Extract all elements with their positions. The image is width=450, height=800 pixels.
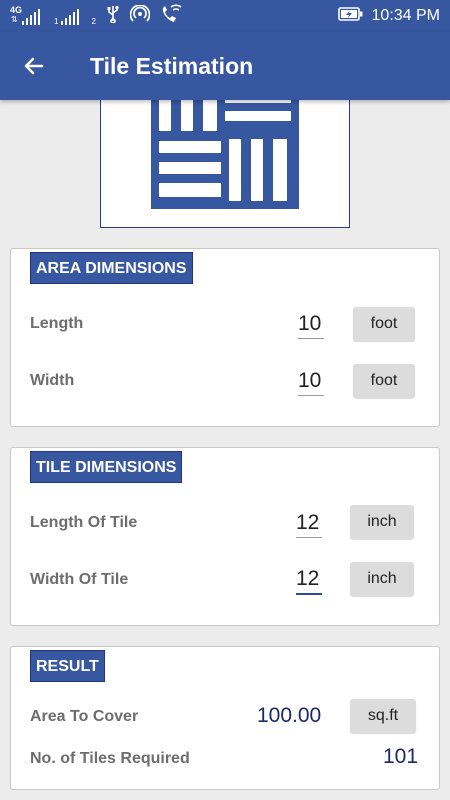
network-type-label: 4G — [10, 5, 23, 15]
tile-length-unit-button[interactable]: inch — [350, 505, 414, 539]
tiles-required-label: No. of Tiles Required — [30, 750, 190, 767]
length-unit-button[interactable]: foot — [353, 307, 415, 341]
width-input[interactable] — [298, 366, 324, 396]
back-button[interactable] — [14, 46, 54, 86]
page-title: Tile Estimation — [90, 53, 254, 79]
wifi-call-icon — [160, 4, 182, 29]
tile-length-input[interactable] — [296, 508, 322, 538]
tile-width-unit-button[interactable]: inch — [350, 562, 414, 596]
area-unit-button[interactable]: sq.ft — [350, 699, 416, 733]
result-heading: RESULT — [30, 650, 105, 682]
tiles-required-value: 101 — [383, 745, 419, 768]
battery-charging-icon — [337, 6, 364, 27]
sim1-signal: 4G ⇅ — [10, 5, 44, 27]
signal-icon — [22, 9, 40, 25]
result-card: RESULT Area To Cover 100.00 sq.ft No. of… — [10, 646, 440, 790]
status-bar: 4G ⇅ 1 2 10:34 PM — [0, 0, 450, 32]
length-label: Length — [30, 315, 84, 332]
tile-width-input[interactable] — [296, 565, 322, 595]
status-bar-left: 4G ⇅ 1 2 — [10, 3, 182, 29]
area-to-cover-value: 100.00 — [257, 704, 322, 727]
hotspot-icon — [129, 3, 151, 28]
sim2-index: 2 — [91, 17, 96, 26]
area-dimensions-heading: AREA DIMENSIONS — [30, 252, 193, 284]
signal-icon — [61, 9, 79, 25]
data-arrows-icon: ⇅ — [11, 15, 18, 24]
tile-pattern-image — [100, 88, 350, 228]
length-input[interactable] — [298, 309, 324, 339]
tile-width-label: Width Of Tile — [30, 571, 129, 588]
usb-icon — [106, 5, 120, 28]
clock: 10:34 PM — [371, 7, 440, 24]
arrow-left-icon — [24, 57, 44, 75]
area-dimensions-card: AREA DIMENSIONS Length foot Width foot — [10, 248, 440, 427]
tile-dimensions-heading: TILE DIMENSIONS — [30, 451, 183, 483]
tile-pattern-icon — [151, 89, 299, 209]
tile-length-label: Length Of Tile — [30, 514, 138, 531]
sim2-signal: 1 2 — [54, 5, 96, 27]
width-unit-button[interactable]: foot — [353, 364, 415, 398]
app-toolbar: Tile Estimation — [0, 32, 450, 100]
width-label: Width — [30, 372, 75, 389]
area-to-cover-label: Area To Cover — [30, 708, 139, 725]
sim1-index: 1 — [54, 17, 59, 26]
tile-dimensions-card: TILE DIMENSIONS Length Of Tile inch Widt… — [10, 447, 440, 626]
status-bar-right: 10:34 PM — [337, 0, 440, 32]
